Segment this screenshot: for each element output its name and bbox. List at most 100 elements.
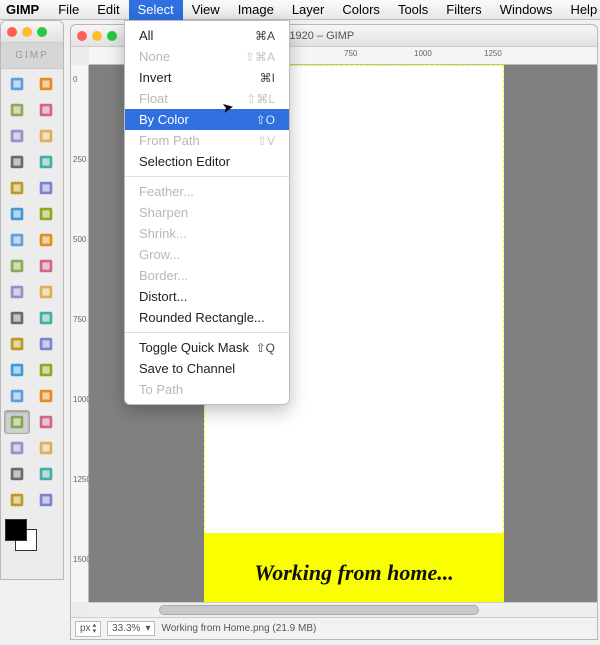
ruler-tick: 1250: [484, 49, 502, 58]
menu-item-label: By Color: [139, 112, 189, 127]
tool-warp[interactable]: [33, 306, 59, 330]
menu-tools[interactable]: Tools: [389, 0, 437, 20]
toolbox-window: GIMP: [0, 20, 64, 580]
status-file: Working from Home.png (21.9 MB): [161, 623, 316, 634]
menu-item-none: None⇧⌘A: [125, 46, 289, 67]
tool-zoom[interactable]: [4, 176, 30, 200]
menu-item-distort[interactable]: Distort...: [125, 286, 289, 307]
menu-item-selection-editor[interactable]: Selection Editor: [125, 151, 289, 172]
zoom-icon[interactable]: [37, 27, 47, 37]
tool-blend[interactable]: [4, 358, 30, 382]
menu-item-label: Rounded Rectangle...: [139, 310, 265, 325]
menu-item-rounded-rectangle[interactable]: Rounded Rectangle...: [125, 307, 289, 328]
tool-color-picker[interactable]: [33, 150, 59, 174]
menu-item-shortcut: ⌘I: [260, 71, 275, 85]
tool-mypaint[interactable]: [33, 488, 59, 512]
menu-item-shortcut: ⇧O: [256, 113, 275, 127]
menu-item-label: From Path: [139, 133, 200, 148]
tool-cage[interactable]: [4, 306, 30, 330]
menu-image[interactable]: Image: [229, 0, 283, 20]
menu-edit[interactable]: Edit: [88, 0, 128, 20]
menu-item-label: Grow...: [139, 247, 180, 262]
tool-paths[interactable]: [4, 150, 30, 174]
tool-rect-select[interactable]: [4, 72, 30, 96]
menubar: GIMP File Edit Select View Image Layer C…: [0, 0, 600, 20]
menu-layer[interactable]: Layer: [283, 0, 334, 20]
tool-align[interactable]: [33, 202, 59, 226]
tool-eraser[interactable]: [33, 384, 59, 408]
close-icon[interactable]: [7, 27, 17, 37]
menu-file[interactable]: File: [49, 0, 88, 20]
tool-ink[interactable]: [33, 410, 59, 434]
tool-text[interactable]: [4, 332, 30, 356]
minimize-icon[interactable]: [22, 27, 32, 37]
tool-crop[interactable]: [4, 228, 30, 252]
tool-flip[interactable]: [33, 280, 59, 304]
canvas-text: Working from home...: [254, 560, 453, 586]
menu-item-label: Border...: [139, 268, 188, 283]
tool-paintbrush[interactable]: [4, 384, 30, 408]
close-icon[interactable]: [77, 31, 87, 41]
menu-windows[interactable]: Windows: [491, 0, 562, 20]
tool-heal[interactable]: [33, 436, 59, 460]
ruler-tick: 750: [344, 49, 357, 58]
menu-colors[interactable]: Colors: [333, 0, 389, 20]
menu-filters[interactable]: Filters: [437, 0, 490, 20]
menu-item-invert[interactable]: Invert⌘I: [125, 67, 289, 88]
scrollbar-thumb[interactable]: [159, 605, 479, 615]
tool-smudge[interactable]: [33, 462, 59, 486]
tool-measure[interactable]: [33, 176, 59, 200]
tool-shear[interactable]: [33, 254, 59, 278]
menu-item-shortcut: ⇧⌘A: [245, 50, 275, 64]
zoom-icon[interactable]: [107, 31, 117, 41]
tool-dodge[interactable]: [4, 488, 30, 512]
scrollbar-horizontal[interactable]: [89, 602, 597, 617]
tool-fuzzy-select[interactable]: [33, 98, 59, 122]
menu-item-all[interactable]: All⌘A: [125, 25, 289, 46]
zoom-display[interactable]: 33.3%▾: [107, 621, 155, 636]
select-menu-dropdown: All⌘ANone⇧⌘AInvert⌘IFloat⇧⌘LBy Color⇧OFr…: [124, 20, 290, 405]
tool-scissors[interactable]: [4, 124, 30, 148]
ruler-tick: 0: [73, 75, 77, 84]
tool-foreground-select[interactable]: [33, 124, 59, 148]
menu-item-label: Distort...: [139, 289, 187, 304]
tool-move[interactable]: [4, 202, 30, 226]
tool-blur[interactable]: [4, 462, 30, 486]
menu-separator: [125, 176, 289, 177]
ruler-tick: 500: [73, 235, 86, 244]
menu-item-shortcut: ⇧Q: [256, 341, 275, 355]
menu-item-to-path: To Path: [125, 379, 289, 400]
tool-bucket-fill[interactable]: [33, 332, 59, 356]
tools-grid: [1, 69, 63, 515]
menu-help[interactable]: Help: [561, 0, 600, 20]
menu-item-shortcut: ⇧V: [257, 134, 275, 148]
canvas-yellow-band: Working from home...: [204, 533, 504, 602]
menu-item-border: Border...: [125, 265, 289, 286]
ruler-tick: 1000: [414, 49, 432, 58]
menu-item-label: Save to Channel: [139, 361, 235, 376]
unit-selector[interactable]: px▴▾: [75, 621, 101, 637]
menu-item-label: Feather...: [139, 184, 194, 199]
menu-item-toggle-quick-mask[interactable]: Toggle Quick Mask ⇧Q: [125, 337, 289, 358]
ruler-vertical: 0250500750100012501500: [71, 65, 89, 602]
tool-clone[interactable]: [4, 436, 30, 460]
menu-item-label: All: [139, 28, 153, 43]
menu-item-by-color[interactable]: By Color ⇧O: [125, 109, 289, 130]
tool-scale[interactable]: [4, 254, 30, 278]
tool-ellipse-select[interactable]: [33, 72, 59, 96]
tool-pencil[interactable]: [33, 358, 59, 382]
app-name: GIMP: [6, 2, 39, 17]
tool-rotate[interactable]: [33, 228, 59, 252]
menu-separator: [125, 332, 289, 333]
fg-color-swatch[interactable]: [5, 519, 27, 541]
menu-view[interactable]: View: [183, 0, 229, 20]
tool-free-select[interactable]: [4, 98, 30, 122]
menu-select[interactable]: Select: [129, 0, 183, 20]
statusbar: px▴▾ 33.3%▾ Working from Home.png (21.9 …: [71, 617, 597, 639]
menu-item-save-to-channel[interactable]: Save to Channel: [125, 358, 289, 379]
menu-item-label: Toggle Quick Mask: [139, 340, 249, 355]
color-swatches[interactable]: [1, 515, 63, 557]
tool-airbrush[interactable]: [4, 410, 30, 434]
tool-perspective[interactable]: [4, 280, 30, 304]
minimize-icon[interactable]: [92, 31, 102, 41]
